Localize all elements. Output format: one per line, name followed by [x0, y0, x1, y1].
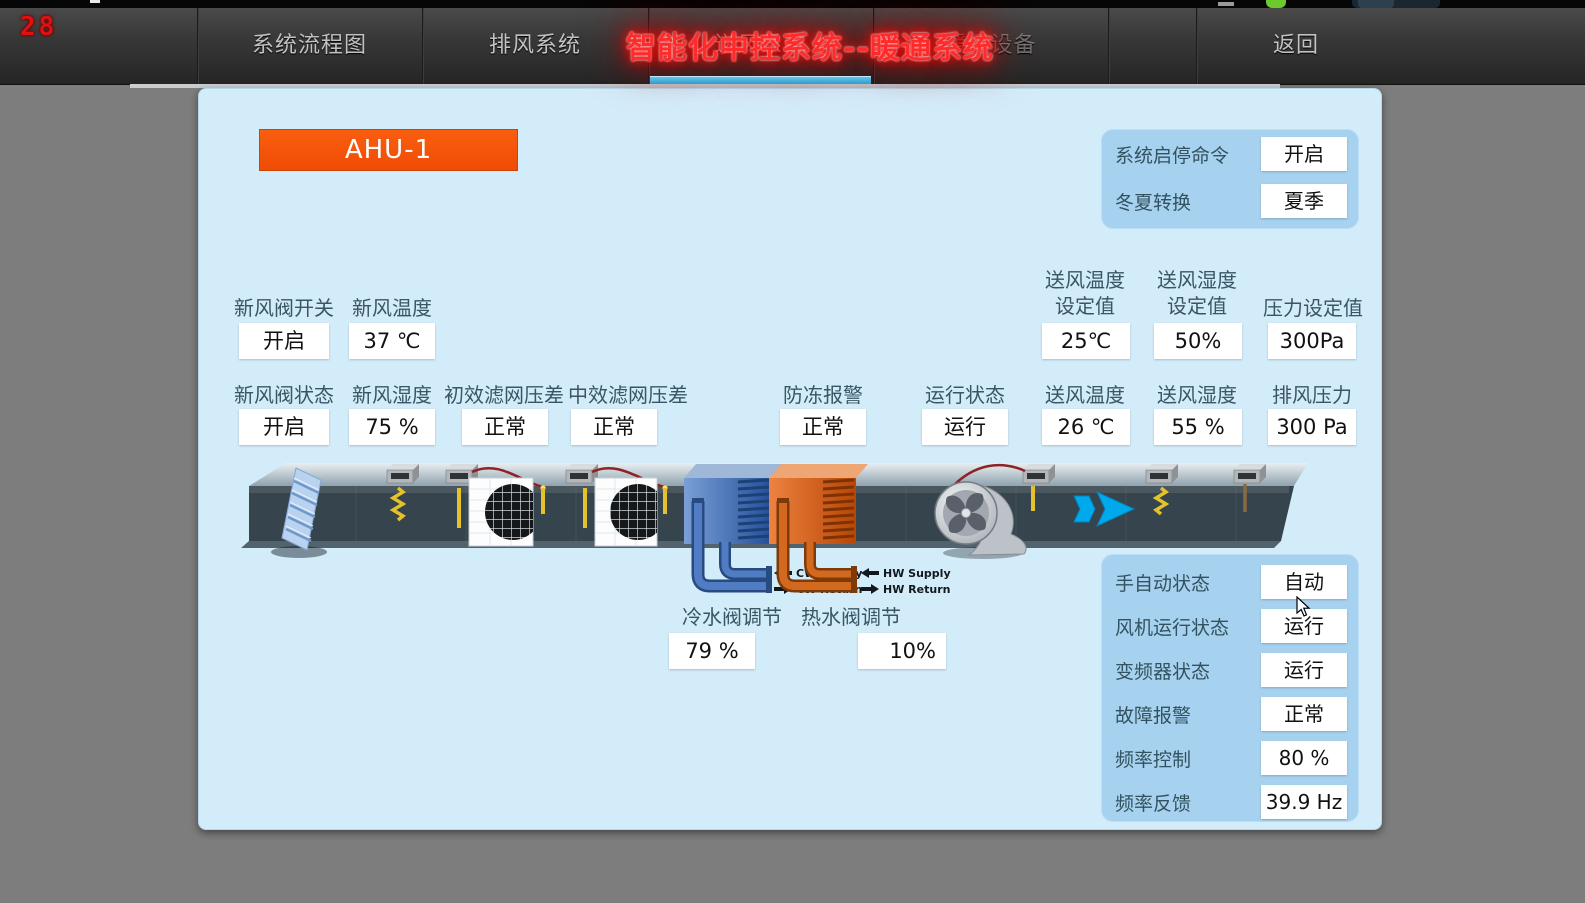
label-line2: 设定值	[1147, 293, 1247, 319]
exhaust-pressure-label: 排风压力	[1252, 379, 1372, 408]
hot-valve-label: 热水阀调节	[791, 601, 911, 630]
nav-divider	[1108, 8, 1110, 84]
screen-top-strip	[0, 0, 1585, 8]
primary-filter-dp-label: 初效滤网压差	[444, 379, 564, 408]
hw-pipe-labels: HW Supply HW Return	[861, 567, 951, 596]
tray-dark-widget-inner	[1358, 0, 1394, 8]
fault-alarm-value: 正常	[1261, 697, 1347, 731]
panel-row: 频率控制 80 %	[1115, 738, 1347, 778]
label-line2: 设定值	[1035, 293, 1135, 319]
exhaust-pressure-value: 300 Pa	[1268, 409, 1356, 445]
panel-row: 变频器状态 运行	[1115, 650, 1347, 690]
supply-humidity-label: 送风湿度	[1137, 379, 1257, 408]
label-line1: 送风温度	[1035, 267, 1135, 293]
medium-filter-dp-label: 中效滤网压差	[568, 379, 688, 408]
panel-row: 冬夏转换 夏季	[1115, 179, 1347, 223]
antifreeze-alarm-value: 正常	[780, 409, 866, 445]
fresh-air-humidity-value: 75 %	[349, 409, 435, 445]
label-line1: 送风湿度	[1147, 267, 1247, 293]
fresh-air-humidity-label: 新风湿度	[342, 379, 442, 408]
fresh-air-temp-label: 新风温度	[342, 292, 442, 321]
frequency-control-label: 频率控制	[1115, 745, 1191, 772]
svg-text:HW Return: HW Return	[883, 583, 950, 596]
panel-row: 故障报警 正常	[1115, 694, 1347, 734]
system-command-panel: 系统启停命令 开启 冬夏转换 夏季	[1101, 129, 1359, 229]
supply-temp-label: 送风温度	[1025, 379, 1145, 408]
supply-humidity-value: 55 %	[1154, 409, 1242, 445]
hand-auto-status-label: 手自动状态	[1115, 569, 1210, 596]
supply-temp-setpoint-value[interactable]: 25℃	[1042, 323, 1130, 359]
medium-filter-dp-value: 正常	[571, 409, 657, 445]
primary-filter	[469, 478, 541, 546]
fan-status-panel: 手自动状态 自动 风机运行状态 运行 变频器状态 运行 故障报警 正常 频率控制…	[1101, 554, 1359, 822]
season-switch-label: 冬夏转换	[1115, 188, 1191, 215]
fresh-air-damper-switch-label: 新风阀开关	[234, 292, 334, 321]
supply-humidity-setpoint-label: 送风湿度 设定值	[1147, 267, 1247, 319]
season-switch-value[interactable]: 夏季	[1261, 184, 1347, 218]
panel-row: 手自动状态 自动	[1115, 562, 1347, 602]
page-title: 智能化中控系统--暖通系统	[600, 20, 1020, 78]
frequency-feedback-value: 39.9 Hz	[1261, 785, 1347, 819]
hot-valve-value[interactable]: 10%	[858, 633, 946, 669]
primary-filter-dp-value: 正常	[462, 409, 548, 445]
medium-filter	[595, 478, 666, 546]
vfd-status-value: 运行	[1261, 653, 1347, 687]
panel-row: 系统启停命令 开启	[1115, 132, 1347, 176]
fresh-air-damper-status-label: 新风阀状态	[224, 379, 344, 408]
run-status-value: 运行	[922, 409, 1008, 445]
active-tab-underline	[650, 76, 871, 84]
antifreeze-alarm-label: 防冻报警	[763, 379, 883, 408]
hand-auto-status-value[interactable]: 自动	[1261, 565, 1347, 599]
fresh-air-temp-value: 37 ℃	[349, 323, 435, 359]
tab-system-flow-diagram[interactable]: 系统流程图	[197, 8, 422, 84]
frequency-control-value[interactable]: 80 %	[1261, 741, 1347, 775]
chilled-valve-value[interactable]: 79 %	[669, 633, 755, 669]
system-start-stop-label: 系统启停命令	[1115, 141, 1229, 168]
pressure-setpoint-value[interactable]: 300Pa	[1268, 323, 1356, 359]
system-start-stop-value[interactable]: 开启	[1261, 137, 1347, 171]
vfd-status-label: 变频器状态	[1115, 657, 1210, 684]
back-button[interactable]: 返回	[1196, 8, 1396, 84]
fault-alarm-label: 故障报警	[1115, 701, 1191, 728]
chilled-valve-label: 冷水阀调节	[672, 601, 792, 630]
pressure-setpoint-label: 压力设定值	[1263, 292, 1363, 321]
seven-segment-counter: 28	[20, 12, 57, 42]
minimize-icon	[1218, 2, 1234, 6]
supply-humidity-setpoint-value[interactable]: 50%	[1154, 323, 1242, 359]
fresh-air-damper-status-value: 开启	[239, 409, 329, 445]
ahu-main-panel: AHU-1 系统启停命令 开启 冬夏转换 夏季 新风阀开关 开启 新风温度 37…	[198, 88, 1382, 830]
fresh-air-damper-switch-value[interactable]: 开启	[239, 323, 329, 359]
panel-row: 频率反馈 39.9 Hz	[1115, 782, 1347, 822]
supply-temp-setpoint-label: 送风温度 设定值	[1035, 267, 1135, 319]
tray-dark-widget	[1352, 0, 1440, 8]
unit-name-tag: AHU-1	[259, 129, 518, 171]
supply-temp-value: 26 ℃	[1042, 409, 1130, 445]
nav-bar: 28 系统流程图 排风系统 送风系统 暖通设备 返回 智能化中控系统--暖通系统	[0, 8, 1585, 85]
fan-run-status-label: 风机运行状态	[1115, 613, 1229, 640]
top-strip-tick	[90, 0, 100, 3]
frequency-feedback-label: 频率反馈	[1115, 789, 1191, 816]
run-status-label: 运行状态	[905, 379, 1025, 408]
panel-row: 风机运行状态 运行	[1115, 606, 1347, 646]
tray-green-icon	[1266, 0, 1286, 8]
svg-text:HW Supply: HW Supply	[883, 567, 951, 580]
mouse-cursor	[1296, 596, 1312, 618]
